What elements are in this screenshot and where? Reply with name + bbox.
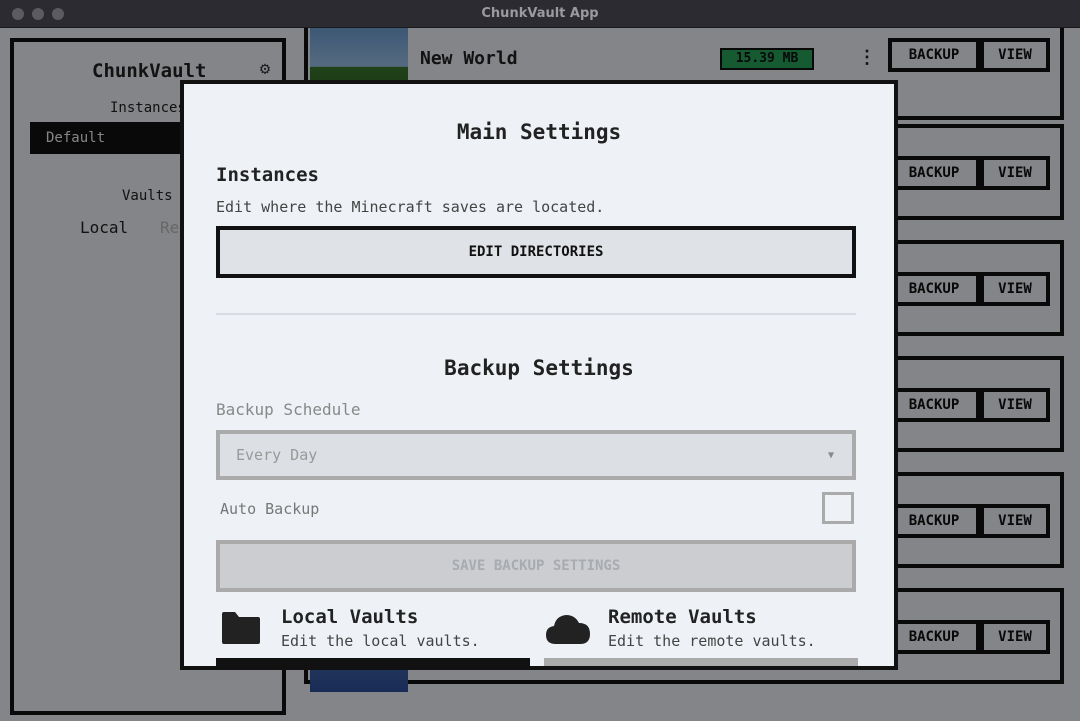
auto-backup-label: Auto Backup: [220, 500, 320, 518]
remote-vaults-title: Remote Vaults: [608, 606, 757, 628]
backup-schedule-label: Backup Schedule: [216, 400, 361, 419]
backup-settings-heading: Backup Settings: [444, 356, 634, 380]
save-backup-settings-button[interactable]: SAVE BACKUP SETTINGS: [216, 540, 856, 592]
edit-directories-button[interactable]: EDIT DIRECTORIES: [216, 226, 856, 278]
local-vaults-title: Local Vaults: [281, 606, 419, 628]
backup-schedule-select[interactable]: Every Day ▼: [216, 430, 856, 480]
chevron-down-icon: ▼: [827, 450, 834, 461]
cloud-icon: [546, 615, 590, 644]
instances-description: Edit where the Minecraft saves are locat…: [216, 198, 605, 216]
folder-icon: [222, 612, 260, 644]
local-vaults-button[interactable]: [216, 658, 530, 666]
app-content: ChunkVault ⚙ Instances Default Vaults Lo…: [0, 28, 1080, 721]
remote-vaults-button[interactable]: [544, 658, 858, 666]
remote-vaults-description: Edit the remote vaults.: [608, 632, 816, 650]
modal-title: Main Settings: [456, 120, 622, 144]
auto-backup-checkbox[interactable]: [822, 492, 854, 524]
window-title: ChunkVault App: [481, 6, 599, 21]
backup-schedule-value: Every Day: [236, 446, 318, 464]
window-titlebar: ChunkVault App: [0, 0, 1080, 28]
local-vaults-description: Edit the local vaults.: [281, 632, 480, 650]
divider: [216, 313, 856, 315]
settings-modal: Main Settings Instances Edit where the M…: [180, 80, 898, 670]
instances-heading: Instances: [216, 164, 319, 186]
